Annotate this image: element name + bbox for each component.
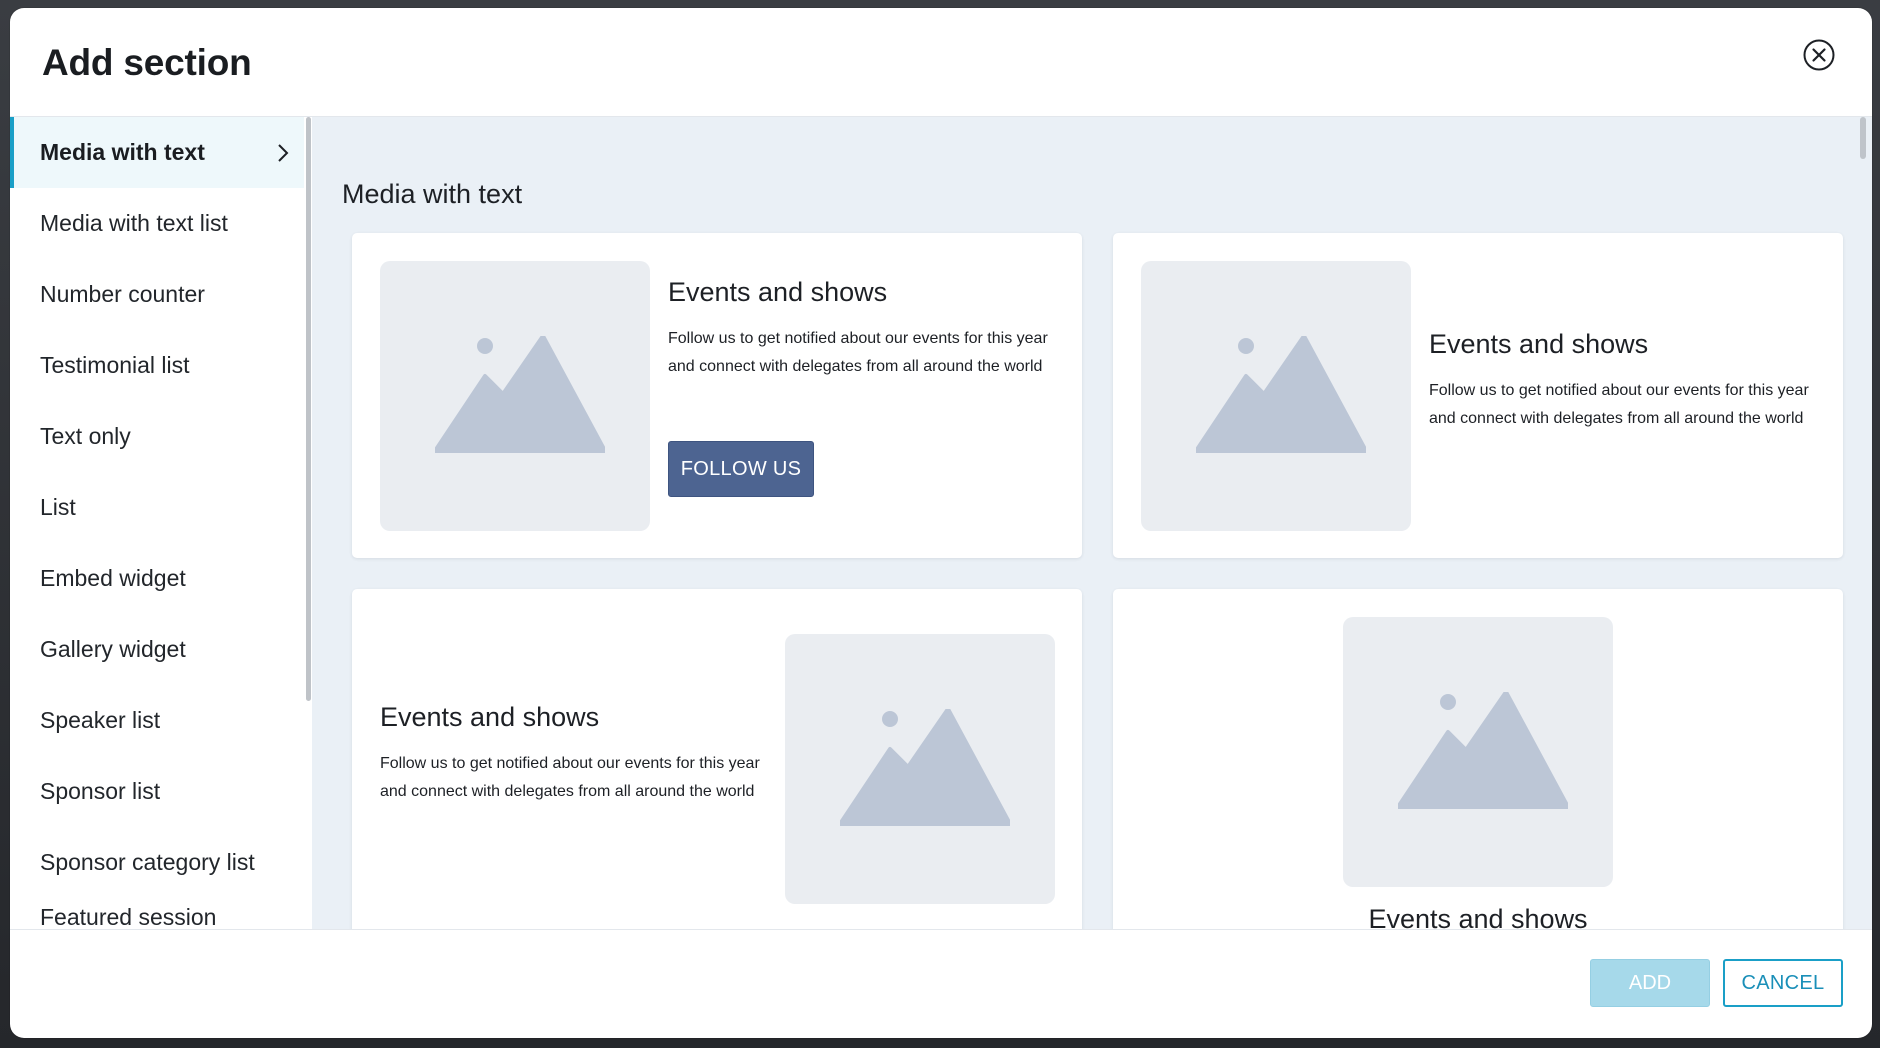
sidebar-scroll-thumb[interactable] — [306, 117, 311, 701]
image-placeholder — [785, 634, 1055, 904]
cancel-button[interactable]: CANCEL — [1723, 959, 1843, 1007]
sidebar-scrollbar[interactable] — [304, 117, 312, 929]
sidebar-item-label: Sponsor list — [40, 778, 161, 804]
sidebar-item-number-counter[interactable]: Number counter — [10, 259, 312, 330]
sidebar-item-sponsor-category-list[interactable]: Sponsor category list — [10, 827, 312, 898]
sidebar-item-label: Testimonial list — [40, 352, 190, 378]
sidebar-item-label: Text only — [40, 423, 131, 449]
section-preview-area: Media with text Events and shows Follow … — [312, 117, 1872, 929]
sidebar-item-label: Embed widget — [40, 565, 186, 591]
sidebar-item-speaker-list[interactable]: Speaker list — [10, 685, 312, 756]
image-placeholder-icon — [435, 336, 605, 453]
sidebar-item-label: Speaker list — [40, 707, 161, 733]
add-button[interactable]: ADD — [1590, 959, 1710, 1007]
sidebar-item-featured-session[interactable]: Featured session — [10, 898, 312, 929]
layout-card-image-left[interactable]: Events and shows Follow us to get notifi… — [1113, 233, 1843, 558]
image-placeholder — [1141, 261, 1411, 531]
sidebar-item-label: Gallery widget — [40, 636, 186, 662]
sidebar-item-label: Sponsor category list — [40, 849, 255, 875]
section-type-sidebar: Media with text Media with text list Num… — [10, 117, 312, 929]
image-placeholder-icon — [1398, 692, 1568, 809]
sidebar-item-media-with-text[interactable]: Media with text — [10, 117, 312, 188]
close-button[interactable] — [1802, 38, 1836, 72]
sidebar-item-testimonial-list[interactable]: Testimonial list — [10, 330, 312, 401]
sidebar-item-gallery-widget[interactable]: Gallery widget — [10, 614, 312, 685]
sidebar-item-label: Featured session — [40, 904, 217, 929]
dialog-title: Add section — [42, 42, 252, 83]
sidebar-item-media-with-text-list[interactable]: Media with text list — [10, 188, 312, 259]
sidebar-item-label: Media with text — [40, 139, 205, 165]
sidebar-item-text-only[interactable]: Text only — [10, 401, 312, 472]
follow-us-button[interactable]: FOLLOW US — [668, 441, 814, 497]
card-heading: Events and shows — [1368, 904, 1588, 929]
layout-card-image-left-with-button[interactable]: Events and shows Follow us to get notifi… — [352, 233, 1082, 558]
sidebar-item-label: List — [40, 494, 76, 520]
card-heading: Events and shows — [380, 702, 600, 732]
section-title: Media with text — [342, 179, 523, 209]
image-placeholder — [380, 261, 650, 531]
card-heading: Events and shows — [1429, 329, 1649, 359]
layout-card-image-top[interactable]: Events and shows — [1113, 589, 1843, 929]
footer-divider — [10, 929, 1872, 930]
sidebar-item-label: Number counter — [40, 281, 205, 307]
chevron-right-icon — [278, 143, 289, 162]
image-placeholder — [1343, 617, 1613, 887]
card-heading: Events and shows — [668, 277, 888, 307]
card-body-text: Follow us to get notified about our even… — [668, 330, 1048, 375]
card-body-text: Follow us to get notified about our even… — [380, 755, 760, 800]
close-circle-icon — [1803, 39, 1835, 71]
card-body-text: Follow us to get notified about our even… — [1429, 382, 1809, 427]
sidebar-item-list[interactable]: List — [10, 472, 312, 543]
image-placeholder-icon — [840, 709, 1010, 826]
sidebar-item-sponsor-list[interactable]: Sponsor list — [10, 756, 312, 827]
layout-card-image-right[interactable]: Events and shows Follow us to get notifi… — [352, 589, 1082, 929]
sidebar-item-embed-widget[interactable]: Embed widget — [10, 543, 312, 614]
add-section-dialog: Add section Media with text Media with t… — [10, 8, 1872, 1038]
sidebar-item-label: Media with text list — [40, 210, 228, 236]
image-placeholder-icon — [1196, 336, 1366, 453]
main-scroll-thumb[interactable] — [1860, 117, 1866, 159]
